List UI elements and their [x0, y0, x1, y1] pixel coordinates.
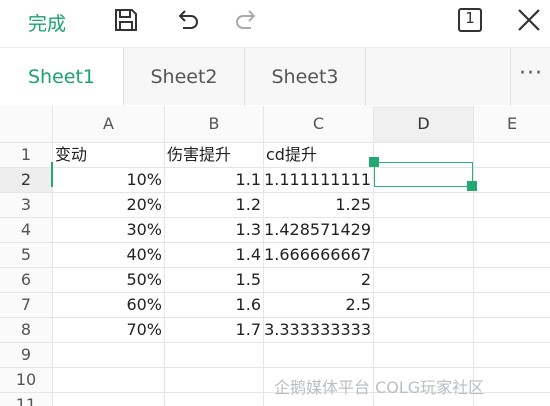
row-header[interactable]: 1: [0, 143, 52, 167]
cell-c4[interactable]: 1.428571429: [264, 218, 373, 242]
redo-icon[interactable]: [232, 5, 262, 35]
cell-b4[interactable]: 1.3: [165, 218, 263, 242]
selection-handle-top-left[interactable]: [369, 157, 379, 167]
grid-line: [473, 106, 474, 406]
column-header-d[interactable]: D: [374, 106, 473, 142]
cell-b2[interactable]: 1.1: [165, 168, 263, 192]
selected-cell-d2[interactable]: [374, 162, 473, 187]
tab-divider: [365, 48, 366, 106]
row-header[interactable]: 5: [0, 243, 52, 267]
grid-line: [0, 342, 550, 343]
cell-c2[interactable]: 1.111111111: [264, 168, 373, 192]
top-toolbar: 完成 1: [0, 0, 550, 45]
cell-b7[interactable]: 1.6: [165, 293, 263, 317]
active-row-marker: [51, 162, 53, 187]
done-button[interactable]: 完成: [28, 9, 66, 36]
tab-sheet2[interactable]: Sheet2: [124, 48, 244, 106]
cell-c6[interactable]: 2: [264, 268, 373, 292]
row-header[interactable]: 2: [0, 168, 52, 192]
cell-a4[interactable]: 30%: [53, 218, 164, 242]
tab-sheet1[interactable]: Sheet1: [0, 48, 123, 106]
sheet-tabs: Sheet1 Sheet2 Sheet3 ···: [0, 47, 550, 106]
spreadsheet-grid[interactable]: A B C D E 1 2 3 4 5 6 7 8 9 10 11 变动 伤害提…: [0, 106, 550, 406]
column-header-a[interactable]: A: [53, 106, 164, 142]
tab-sheet3[interactable]: Sheet3: [245, 48, 365, 106]
tab-divider: [510, 48, 511, 106]
grid-line: [373, 106, 374, 406]
row-header[interactable]: 9: [0, 343, 52, 367]
cell-c3[interactable]: 1.25: [264, 193, 373, 217]
cell-a8[interactable]: 70%: [53, 318, 164, 342]
more-tabs-button[interactable]: ···: [512, 48, 550, 106]
cell-a3[interactable]: 20%: [53, 193, 164, 217]
cell-b6[interactable]: 1.5: [165, 268, 263, 292]
cell-c1[interactable]: cd提升: [264, 143, 373, 167]
row-header[interactable]: 6: [0, 268, 52, 292]
cell-a2[interactable]: 10%: [53, 168, 164, 192]
grid-line: [0, 367, 550, 368]
undo-icon[interactable]: [172, 5, 202, 35]
cell-b3[interactable]: 1.2: [165, 193, 263, 217]
row-header[interactable]: 3: [0, 193, 52, 217]
column-header-e[interactable]: E: [474, 106, 550, 142]
sheet-count-text: 1: [465, 9, 475, 27]
row-header[interactable]: 10: [0, 368, 52, 392]
row-header[interactable]: 11: [0, 393, 52, 406]
row-header[interactable]: 4: [0, 218, 52, 242]
watermark-text: 企鹅媒体平台 COLG玩家社区: [274, 378, 485, 397]
save-icon[interactable]: [111, 5, 141, 35]
column-header-c[interactable]: C: [264, 106, 373, 142]
close-icon[interactable]: [514, 5, 544, 35]
cell-a5[interactable]: 40%: [53, 243, 164, 267]
column-header-b[interactable]: B: [165, 106, 263, 142]
cell-a7[interactable]: 60%: [53, 293, 164, 317]
sheet-count-icon[interactable]: 1: [455, 5, 485, 35]
corner-cell[interactable]: [0, 106, 52, 142]
cell-b8[interactable]: 1.7: [165, 318, 263, 342]
cell-c8[interactable]: 3.333333333: [264, 318, 373, 342]
selection-handle-bottom-right[interactable]: [467, 181, 477, 191]
cell-c7[interactable]: 2.5: [264, 293, 373, 317]
cell-c5[interactable]: 1.666666667: [264, 243, 373, 267]
row-header[interactable]: 8: [0, 318, 52, 342]
cell-a1[interactable]: 变动: [53, 143, 164, 167]
cell-a6[interactable]: 50%: [53, 268, 164, 292]
row-header[interactable]: 7: [0, 293, 52, 317]
cell-b1[interactable]: 伤害提升: [165, 143, 263, 167]
cell-b5[interactable]: 1.4: [165, 243, 263, 267]
